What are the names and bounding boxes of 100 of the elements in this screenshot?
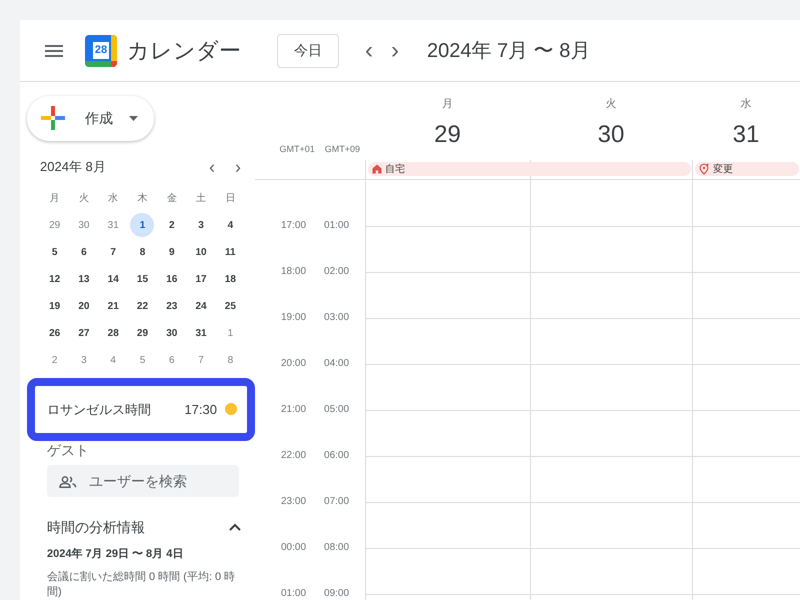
day-button[interactable]: 29 — [42, 213, 67, 238]
day-button[interactable]: 12 — [42, 267, 67, 292]
today-button[interactable]: 今日 — [277, 34, 339, 68]
time-label: 06:00 — [324, 449, 350, 463]
day-button[interactable]: 17 — [189, 267, 214, 292]
previous-month-button[interactable]: ‹ — [205, 158, 219, 176]
chevron-icon[interactable] — [229, 523, 241, 531]
weekday-label: 土 — [196, 192, 206, 206]
next-button[interactable]: › — [391, 38, 399, 62]
weekday-label: 火 — [606, 97, 616, 112]
time-label: 07:00 — [324, 495, 350, 509]
day-button[interactable]: 29 — [130, 321, 154, 346]
app-title: カレンダー — [127, 37, 241, 65]
day-number[interactable]: 29 — [434, 116, 461, 152]
day-button[interactable]: 1 — [130, 213, 154, 238]
day-button[interactable]: 14 — [101, 267, 126, 292]
time-label: 03:00 — [324, 311, 350, 325]
time-label: 05:00 — [324, 403, 350, 417]
day-button[interactable]: 20 — [72, 294, 96, 318]
day-button[interactable]: 31 — [101, 213, 126, 238]
day-button[interactable]: 9 — [160, 240, 184, 264]
weekday-label: 月 — [50, 192, 60, 206]
menu-icon[interactable] — [45, 44, 63, 56]
location-pin-icon — [699, 163, 710, 175]
working-location-chip[interactable]: 自宅 — [368, 162, 691, 176]
time-label: 02:00 — [324, 265, 350, 279]
day-button[interactable]: 8 — [218, 348, 242, 372]
clock-time: 17:30 — [184, 400, 217, 419]
time-label: 17:00 — [281, 219, 306, 233]
day-button[interactable]: 25 — [218, 294, 242, 318]
day-button[interactable]: 4 — [218, 213, 242, 238]
insights-summary: 会議に割いた総時間 0 時間 (平均: 0 時間) — [47, 570, 236, 600]
time-label: 09:00 — [324, 587, 350, 600]
create-button[interactable]: 作成 — [27, 96, 154, 141]
time-label: 21:00 — [281, 403, 306, 417]
day-button[interactable]: 10 — [189, 240, 214, 264]
month-title: 2024年 8月 — [40, 158, 107, 176]
day-button[interactable]: 13 — [72, 267, 96, 292]
day-button[interactable]: 1 — [218, 321, 242, 346]
time-label: 04:00 — [324, 357, 350, 371]
time-label: 01:00 — [281, 587, 306, 600]
weekday-label: 水 — [740, 97, 752, 112]
time-label: 22:00 — [281, 449, 306, 463]
day-button[interactable]: 16 — [160, 267, 184, 292]
day-button[interactable]: 4 — [101, 348, 126, 372]
day-button[interactable]: 7 — [101, 240, 126, 264]
day-button[interactable]: 2 — [42, 348, 67, 372]
day-button[interactable]: 30 — [72, 213, 96, 238]
day-button[interactable]: 22 — [130, 294, 154, 318]
weekday-label: 水 — [108, 192, 118, 206]
day-button[interactable]: 2 — [160, 213, 184, 238]
calendar-logo-icon: 28 — [85, 34, 117, 66]
date-range: 2024年 7月 〜 8月 — [427, 38, 590, 64]
next-month-button[interactable]: › — [231, 158, 245, 176]
day-button[interactable]: 27 — [72, 321, 96, 346]
day-button[interactable]: 19 — [42, 294, 67, 318]
day-button[interactable]: 5 — [130, 348, 154, 372]
house-icon — [372, 164, 382, 174]
time-label: 18:00 — [281, 265, 306, 279]
weekday-label: 日 — [225, 192, 236, 206]
time-label: 00:00 — [281, 541, 306, 555]
timezone-label: GMT+01 — [279, 142, 315, 156]
day-button[interactable]: 15 — [130, 267, 154, 292]
insights-range: 2024年 7月 29日 〜 8月 4日 — [47, 546, 184, 562]
day-number[interactable]: 31 — [732, 116, 760, 152]
time-label: 19:00 — [281, 311, 306, 325]
dropdown-caret-icon — [129, 116, 138, 121]
time-label: 20:00 — [281, 357, 306, 371]
weekday-label: 月 — [442, 97, 453, 112]
day-button[interactable]: 21 — [101, 294, 126, 318]
day-button[interactable]: 6 — [160, 348, 184, 372]
day-button[interactable]: 24 — [189, 294, 214, 318]
day-button[interactable]: 7 — [189, 348, 214, 372]
day-button[interactable]: 8 — [130, 240, 154, 264]
time-label: 08:00 — [324, 541, 350, 555]
working-location-chip[interactable]: 変更 — [695, 162, 799, 176]
time-label: 23:00 — [281, 495, 306, 509]
day-button[interactable]: 5 — [42, 240, 67, 264]
day-button[interactable]: 11 — [218, 240, 242, 264]
day-button[interactable]: 3 — [72, 348, 96, 372]
weekday-label: 火 — [78, 192, 89, 206]
day-button[interactable]: 26 — [42, 321, 67, 346]
day-button[interactable]: 28 — [101, 321, 126, 346]
day-button[interactable]: 18 — [218, 267, 242, 292]
clock-label: ロサンゼルス時間 — [47, 400, 152, 419]
day-button[interactable]: 30 — [160, 321, 184, 346]
day-button[interactable]: 23 — [160, 294, 184, 318]
weekday-label: 木 — [137, 192, 148, 206]
people-search-field[interactable]: ユーザーを検索 — [47, 464, 239, 496]
day-button[interactable]: 31 — [189, 321, 214, 346]
day-button[interactable]: 6 — [72, 240, 96, 264]
previous-button[interactable]: ‹ — [365, 38, 373, 62]
day-button[interactable]: 3 — [189, 213, 214, 238]
day-number[interactable]: 30 — [598, 116, 624, 152]
time-label: 01:00 — [324, 219, 350, 233]
plus-icon — [41, 106, 65, 130]
weekday-label: 金 — [166, 192, 177, 206]
insights-title: 時間の分析情報 — [47, 518, 146, 536]
guests-label: ゲスト — [47, 440, 90, 459]
timezone-label: GMT+09 — [324, 142, 360, 156]
